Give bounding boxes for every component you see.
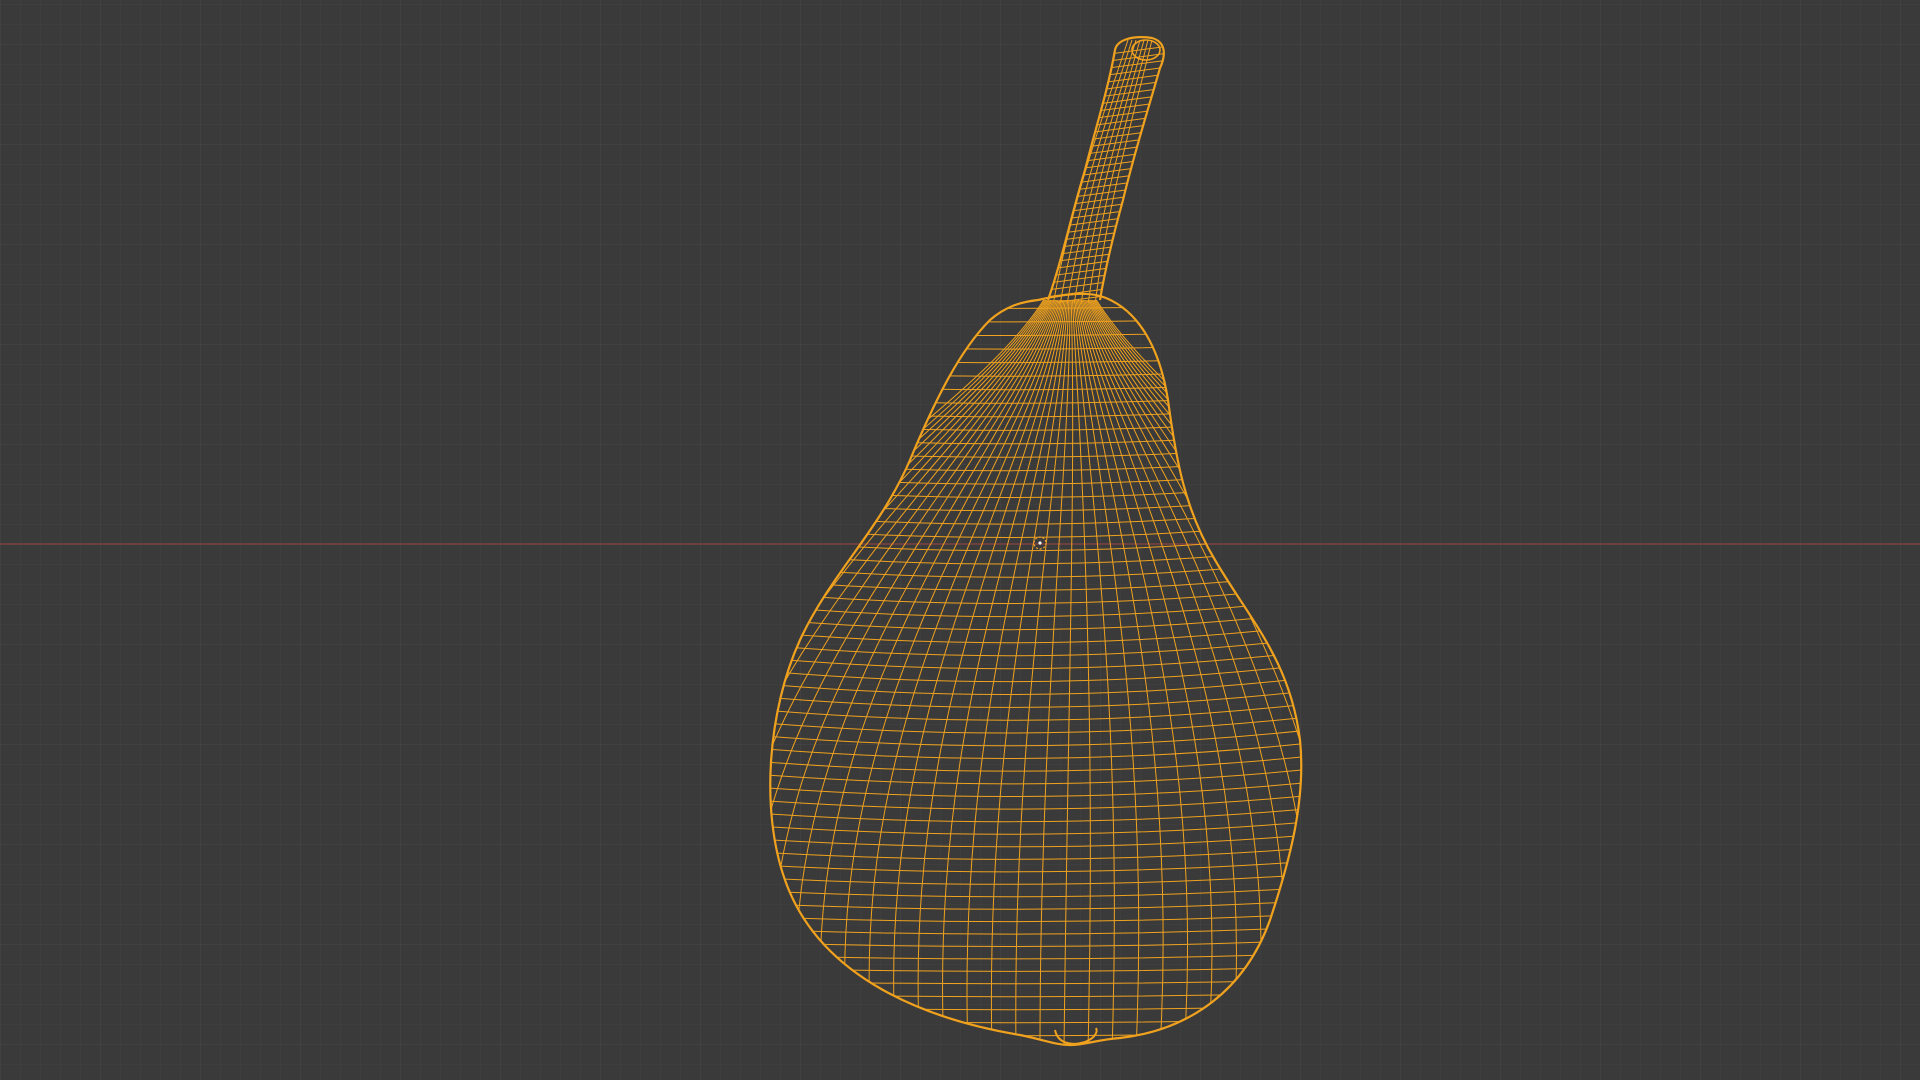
floor-grid <box>0 0 1920 1080</box>
3d-viewport[interactable] <box>0 0 1920 1080</box>
viewport-canvas[interactable] <box>0 0 1920 1080</box>
